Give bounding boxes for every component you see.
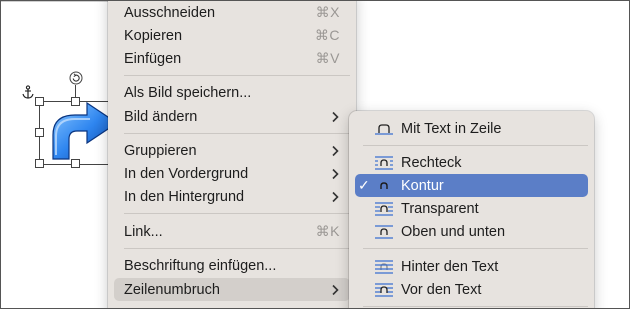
document-edge [1, 1, 108, 2]
inline-wrap-icon [375, 123, 393, 135]
behind-text-icon [375, 259, 393, 274]
menu-item-send-to-back[interactable]: In den Hintergrund [114, 185, 350, 208]
resize-handle[interactable] [71, 159, 80, 168]
checkmark-icon: ✓ [358, 177, 370, 193]
submenu-item-label: Hinter den Text [401, 258, 499, 275]
shortcut-label: ⌘C [314, 27, 340, 43]
tight-wrap-icon [380, 181, 388, 189]
image-selection-box [39, 101, 113, 165]
menu-item-label: Gruppieren [124, 142, 197, 159]
menu-item-label: Zeilenumbruch [124, 281, 220, 298]
menu-item-label: In den Vordergrund [124, 165, 249, 182]
submenu-item-behind-text[interactable]: Hinter den Text [355, 255, 588, 278]
shortcut-label: ⌘K [315, 223, 340, 239]
resize-handle[interactable] [35, 128, 44, 137]
through-wrap-icon [375, 201, 393, 216]
shortcut-label: ⌘V [315, 50, 340, 66]
menu-separator [124, 133, 350, 134]
menu-item-label: Ausschneiden [124, 4, 216, 21]
submenu-item-label: Oben und unten [401, 223, 506, 240]
screenshot-frame: Ausschneiden ⌘X Kopieren ⌘C Einfügen ⌘V … [0, 0, 630, 309]
wrap-text-submenu: Mit Text in Zeile Rechteck ✓ Kontur Tran… [349, 111, 594, 308]
submenu-item-label: Transparent [401, 200, 479, 217]
submenu-item-in-front-of-text[interactable]: Vor den Text [355, 278, 588, 301]
menu-item-label: Bild ändern [124, 108, 198, 125]
menu-item-save-as-picture[interactable]: Als Bild speichern... [114, 81, 350, 104]
submenu-item-label: Vor den Text [401, 281, 482, 298]
menu-separator [124, 248, 350, 249]
in-front-text-icon [375, 282, 393, 297]
square-wrap-icon [375, 155, 393, 170]
resize-handle[interactable] [71, 97, 80, 106]
menu-separator [363, 145, 588, 146]
menu-item-cut[interactable]: Ausschneiden ⌘X [114, 1, 350, 24]
submenu-item-label: Rechteck [401, 154, 462, 171]
submenu-item-label: Mit Text in Zeile [401, 120, 502, 137]
submenu-item-inline[interactable]: Mit Text in Zeile [355, 117, 588, 140]
shortcut-label: ⌘X [315, 4, 340, 20]
chevron-right-icon [332, 191, 339, 202]
menu-item-label: Beschriftung einfügen... [124, 257, 277, 274]
submenu-item-label: Kontur [401, 177, 444, 194]
top-bottom-wrap-icon [375, 224, 393, 239]
menu-item-insert-caption[interactable]: Beschriftung einfügen... [114, 254, 350, 277]
menu-separator [363, 248, 588, 249]
chevron-right-icon [332, 145, 339, 156]
menu-item-link[interactable]: Link... ⌘K [114, 220, 350, 243]
resize-handle[interactable] [35, 159, 44, 168]
menu-item-label: In den Hintergrund [124, 188, 245, 205]
menu-item-copy[interactable]: Kopieren ⌘C [114, 24, 350, 47]
rotate-handle-icon[interactable] [69, 71, 83, 85]
menu-item-label: Einfügen [124, 50, 182, 67]
chevron-right-icon [332, 284, 339, 295]
menu-separator [363, 306, 588, 307]
submenu-item-through[interactable]: Transparent [355, 197, 588, 220]
resize-handle[interactable] [35, 97, 44, 106]
submenu-item-square[interactable]: Rechteck [355, 151, 588, 174]
menu-item-label: Als Bild speichern... [124, 84, 252, 101]
anchor-icon [22, 85, 34, 99]
menu-item-group[interactable]: Gruppieren [114, 139, 350, 162]
menu-item-label: Link... [124, 223, 163, 240]
menu-item-change-picture[interactable]: Bild ändern [114, 105, 350, 128]
menu-item-bring-to-front[interactable]: In den Vordergrund [114, 162, 350, 185]
menu-item-paste[interactable]: Einfügen ⌘V [114, 47, 350, 70]
menu-item-label: Kopieren [124, 27, 183, 44]
chevron-right-icon [332, 168, 339, 179]
context-menu: Ausschneiden ⌘X Kopieren ⌘C Einfügen ⌘V … [108, 1, 356, 308]
submenu-item-top-bottom[interactable]: Oben und unten [355, 220, 588, 243]
chevron-right-icon [332, 111, 339, 122]
menu-separator [124, 213, 350, 214]
menu-item-wrap-text[interactable]: Zeilenumbruch [114, 278, 350, 301]
submenu-item-tight[interactable]: ✓ Kontur [355, 174, 588, 197]
menu-separator [124, 75, 350, 76]
